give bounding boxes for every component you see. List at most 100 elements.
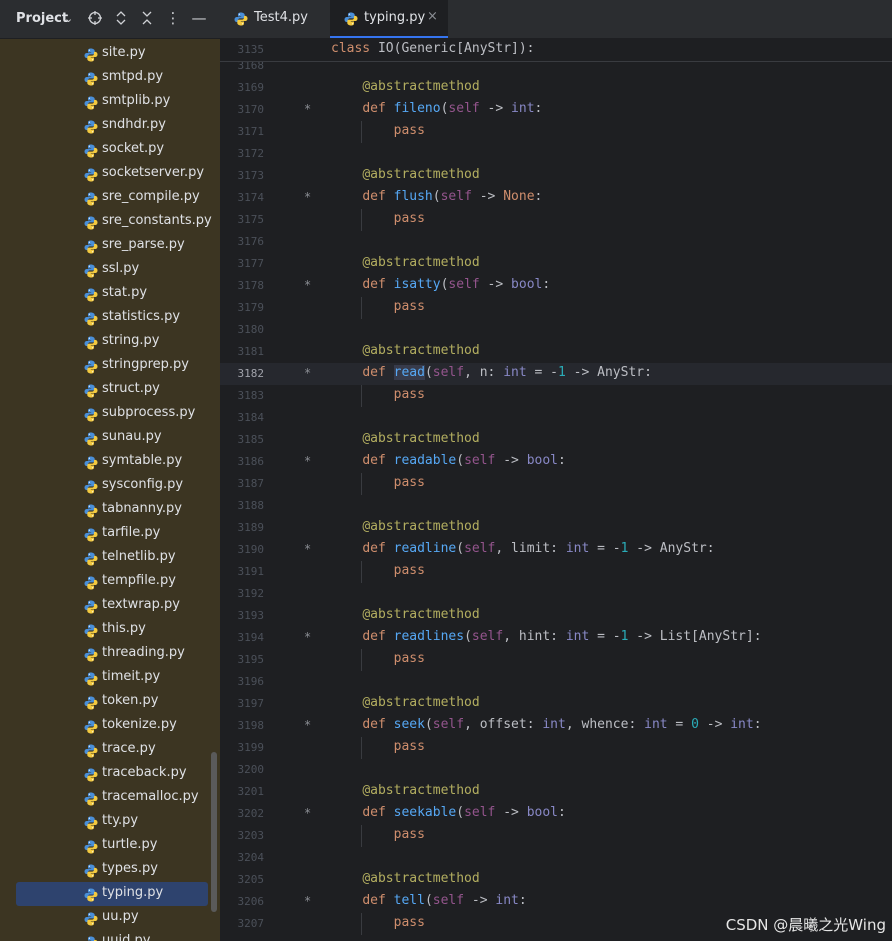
code-line[interactable]: 3178 * def isatty(self -> bool: — [220, 275, 892, 297]
code-line[interactable]: 3183 pass — [220, 385, 892, 407]
code-line[interactable]: 3191 pass — [220, 561, 892, 583]
tab-typing-py[interactable]: typing.py × — [330, 0, 448, 38]
chevron-down-icon[interactable]: ⌄ — [64, 12, 73, 25]
implements-marker-icon[interactable]: * — [304, 278, 311, 292]
implements-marker-icon[interactable]: * — [304, 190, 311, 204]
file-tree-item[interactable]: statistics.py — [16, 306, 208, 330]
implements-marker-icon[interactable]: * — [304, 102, 311, 116]
code-line[interactable]: 3194 * def readlines(self, hint: int = -1… — [220, 627, 892, 649]
locate-target-icon[interactable] — [85, 8, 105, 28]
file-tree-item[interactable]: types.py — [16, 858, 208, 882]
code-line[interactable]: 3176 — [220, 231, 892, 253]
file-tree-item[interactable]: string.py — [16, 330, 208, 354]
file-tree-item[interactable]: socketserver.py — [16, 162, 208, 186]
code-line[interactable]: 3196 — [220, 671, 892, 693]
implements-marker-icon[interactable]: * — [304, 366, 311, 380]
file-tree-item[interactable]: sre_parse.py — [16, 234, 208, 258]
file-tree-item[interactable]: sunau.py — [16, 426, 208, 450]
file-tree-item[interactable]: tabnanny.py — [16, 498, 208, 522]
file-tree-item[interactable]: struct.py — [16, 378, 208, 402]
file-tree-item[interactable]: subprocess.py — [16, 402, 208, 426]
code-line[interactable]: 3173 @abstractmethod — [220, 165, 892, 187]
code-line[interactable]: 3198 * def seek(self, offset: int, whence… — [220, 715, 892, 737]
file-tree-item[interactable]: turtle.py — [16, 834, 208, 858]
file-tree-item[interactable]: stringprep.py — [16, 354, 208, 378]
file-tree-item[interactable]: token.py — [16, 690, 208, 714]
code-line[interactable]: 3202 * def seekable(self -> bool: — [220, 803, 892, 825]
code-editor[interactable]: 3135 class IO(Generic[AnyStr]): 3168 3169 … — [220, 39, 892, 941]
code-line[interactable]: 3201 @abstractmethod — [220, 781, 892, 803]
file-tree-item[interactable]: textwrap.py — [16, 594, 208, 618]
code-line[interactable]: 3182 * def read(self, n: int = -1 -> AnyS… — [220, 363, 892, 385]
code-line[interactable]: 3169 @abstractmethod — [220, 77, 892, 99]
close-tab-icon[interactable]: × — [427, 9, 438, 24]
code-line[interactable]: 3185 @abstractmethod — [220, 429, 892, 451]
code-text: def read(self, n: int = -1 -> AnyStr: — [362, 365, 652, 380]
implements-marker-icon[interactable]: * — [304, 542, 311, 556]
file-tree-item[interactable]: smtpd.py — [16, 66, 208, 90]
sidebar-scrollbar[interactable] — [211, 752, 217, 912]
code-line[interactable]: 3179 pass — [220, 297, 892, 319]
file-tree-item[interactable]: this.py — [16, 618, 208, 642]
code-line[interactable]: 3186 * def readable(self -> bool: — [220, 451, 892, 473]
code-line[interactable]: 3203 pass — [220, 825, 892, 847]
code-line[interactable]: 3172 — [220, 143, 892, 165]
file-tree-item[interactable]: timeit.py — [16, 666, 208, 690]
file-tree-item[interactable]: site.py — [16, 42, 208, 66]
file-tree-item[interactable]: telnetlib.py — [16, 546, 208, 570]
code-line[interactable]: 3188 — [220, 495, 892, 517]
implements-marker-icon[interactable]: * — [304, 894, 311, 908]
file-tree-item[interactable]: traceback.py — [16, 762, 208, 786]
file-tree-item[interactable]: trace.py — [16, 738, 208, 762]
more-options-icon[interactable]: ⋮ — [163, 8, 183, 28]
code-line[interactable]: 3170 * def fileno(self -> int: — [220, 99, 892, 121]
file-tree-item[interactable]: stat.py — [16, 282, 208, 306]
file-tree-item[interactable]: ssl.py — [16, 258, 208, 282]
code-line[interactable]: 3190 * def readline(self, limit: int = -1… — [220, 539, 892, 561]
sticky-header-line[interactable]: 3135 class IO(Generic[AnyStr]): — [220, 39, 892, 62]
tab-test4-py[interactable]: Test4.py — [220, 0, 330, 38]
code-line[interactable]: 3177 @abstractmethod — [220, 253, 892, 275]
file-tree-item[interactable]: typing.py — [16, 882, 208, 906]
code-line[interactable]: 3205 @abstractmethod — [220, 869, 892, 891]
implements-marker-icon[interactable]: * — [304, 718, 311, 732]
file-tree-item[interactable]: symtable.py — [16, 450, 208, 474]
code-line[interactable]: 3204 — [220, 847, 892, 869]
project-panel-title[interactable]: Project — [16, 11, 68, 26]
code-line[interactable]: 3200 — [220, 759, 892, 781]
code-line[interactable]: 3206 * def tell(self -> int: — [220, 891, 892, 913]
file-tree-item[interactable]: tracemalloc.py — [16, 786, 208, 810]
code-line[interactable]: 3175 pass — [220, 209, 892, 231]
file-tree-item[interactable]: uu.py — [16, 906, 208, 930]
code-line[interactable]: 3192 — [220, 583, 892, 605]
file-tree-item[interactable]: threading.py — [16, 642, 208, 666]
code-line[interactable]: 3193 @abstractmethod — [220, 605, 892, 627]
file-tree-item[interactable]: tty.py — [16, 810, 208, 834]
code-line[interactable]: 3184 — [220, 407, 892, 429]
collapse-all-icon[interactable] — [137, 8, 157, 28]
code-line[interactable]: 3180 — [220, 319, 892, 341]
file-tree-item[interactable]: sre_compile.py — [16, 186, 208, 210]
code-line[interactable]: 3181 @abstractmethod — [220, 341, 892, 363]
file-tree-item[interactable]: socket.py — [16, 138, 208, 162]
code-line[interactable]: 3171 pass — [220, 121, 892, 143]
file-tree-item[interactable]: sndhdr.py — [16, 114, 208, 138]
code-line[interactable]: 3199 pass — [220, 737, 892, 759]
file-tree-item[interactable]: sre_constants.py — [16, 210, 212, 234]
file-tree-item[interactable]: tempfile.py — [16, 570, 208, 594]
expand-all-icon[interactable] — [111, 8, 131, 28]
implements-marker-icon[interactable]: * — [304, 806, 311, 820]
implements-marker-icon[interactable]: * — [304, 630, 311, 644]
code-line[interactable]: 3174 * def flush(self -> None: — [220, 187, 892, 209]
minimize-icon[interactable]: — — [189, 8, 209, 28]
code-line[interactable]: 3187 pass — [220, 473, 892, 495]
code-line[interactable]: 3197 @abstractmethod — [220, 693, 892, 715]
file-tree-item[interactable]: smtplib.py — [16, 90, 208, 114]
file-tree-item[interactable]: sysconfig.py — [16, 474, 208, 498]
code-line[interactable]: 3195 pass — [220, 649, 892, 671]
file-tree-item[interactable]: tokenize.py — [16, 714, 208, 738]
implements-marker-icon[interactable]: * — [304, 454, 311, 468]
file-tree-item[interactable]: tarfile.py — [16, 522, 208, 546]
code-line[interactable]: 3189 @abstractmethod — [220, 517, 892, 539]
file-tree-item[interactable]: uuid.py — [16, 930, 208, 941]
